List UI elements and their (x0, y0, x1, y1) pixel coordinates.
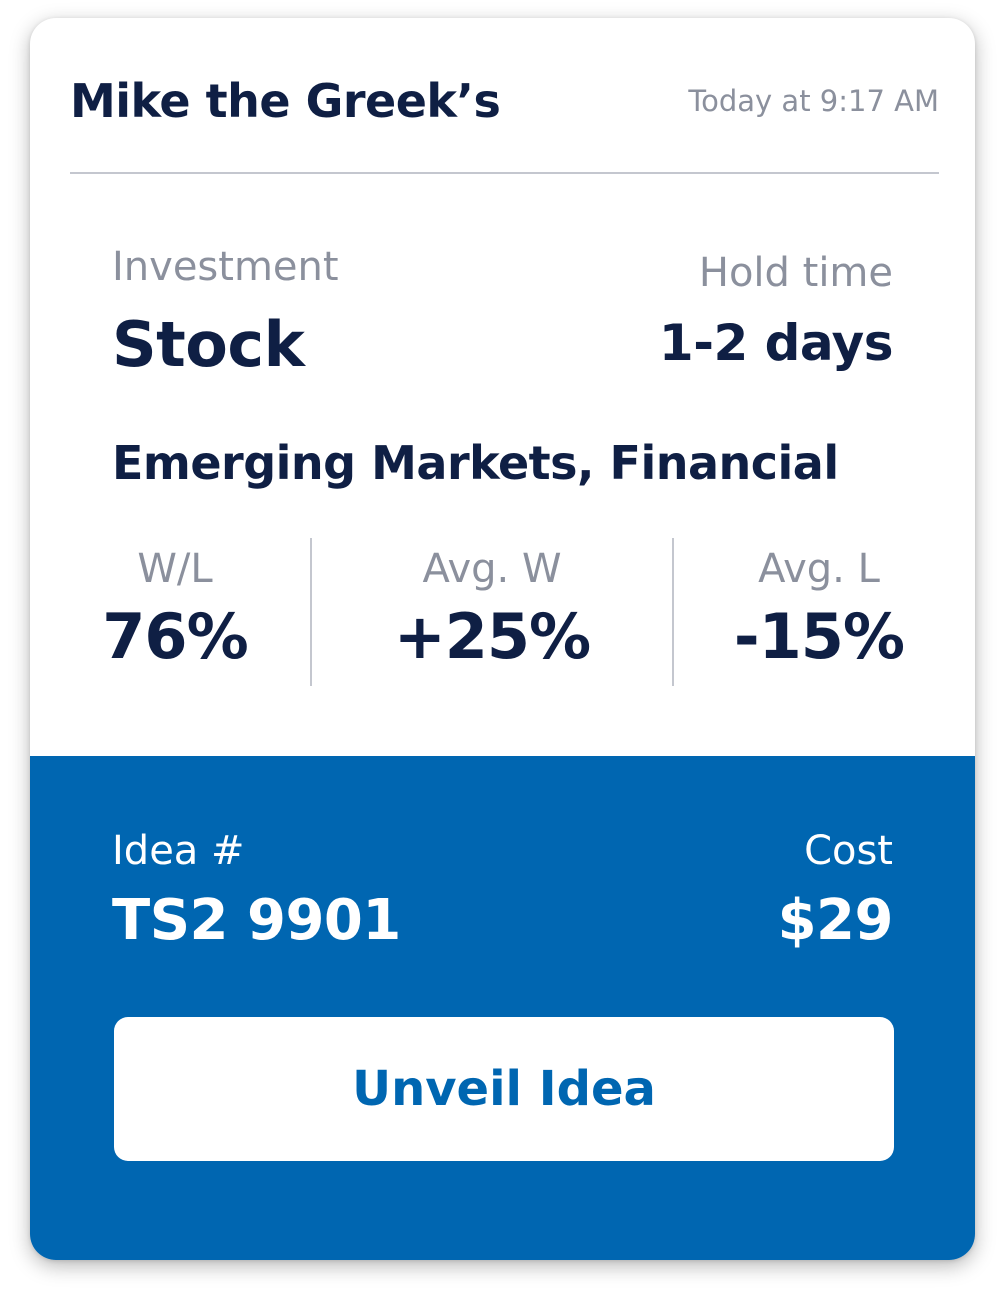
sectors: Emerging Markets, Financial (112, 436, 839, 490)
stat-win-loss: W/L 76% (70, 538, 280, 686)
stat-label: Avg. L (758, 546, 880, 592)
hold-time-label: Hold time (698, 250, 893, 296)
cost-value: $29 (777, 888, 894, 953)
investment-value: Stock (112, 308, 305, 381)
idea-card: Mike the Greek’s Today at 9:17 AM Invest… (30, 18, 975, 1260)
stats-row: W/L 76% Avg. W +25% Avg. L -15% (70, 538, 935, 686)
timestamp: Today at 9:17 AM (688, 84, 939, 118)
stat-avg-win: Avg. W +25% (312, 538, 672, 686)
stat-avg-loss: Avg. L -15% (674, 538, 964, 686)
stat-value: -15% (733, 600, 905, 673)
stat-label: W/L (137, 546, 213, 592)
cost-label: Cost (804, 828, 893, 874)
card-header: Mike the Greek’s Today at 9:17 AM (70, 18, 939, 174)
unveil-idea-button[interactable]: Unveil Idea (114, 1017, 894, 1161)
hold-time-value: 1-2 days (658, 314, 894, 372)
author-name: Mike the Greek’s (70, 74, 501, 128)
stat-label: Avg. W (422, 546, 562, 592)
investment-label: Investment (112, 244, 339, 290)
stat-value: 76% (102, 600, 248, 673)
idea-number-value: TS2 9901 (112, 888, 401, 953)
idea-number-label: Idea # (112, 828, 245, 874)
stat-value: +25% (393, 600, 591, 673)
card-footer: Idea # TS2 9901 Cost $29 Unveil Idea (30, 756, 975, 1260)
